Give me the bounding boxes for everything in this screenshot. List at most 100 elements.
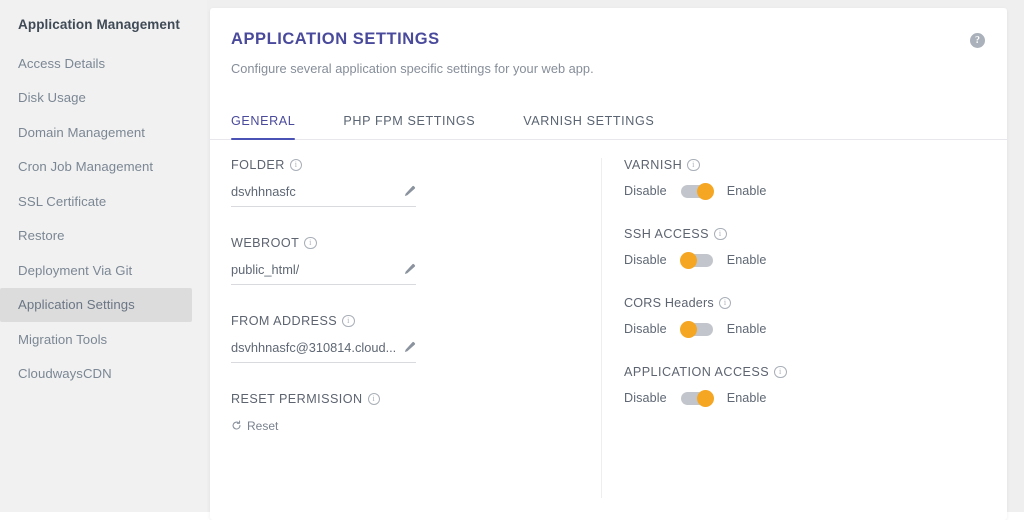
input-webroot[interactable]: public_html/ — [231, 262, 416, 285]
sidebar-item-label: Migration Tools — [18, 331, 108, 347]
toggle-knob — [696, 182, 714, 200]
sidebar-title: Application Management — [18, 17, 180, 32]
toggle-switch[interactable] — [679, 251, 713, 269]
sidebar-item-label: CloudwaysCDN — [18, 366, 112, 382]
toggle-disable-label: Disable — [624, 391, 667, 405]
field-label-text: WEBROOT — [231, 236, 300, 250]
sidebar-item-label: Access Details — [18, 55, 106, 71]
input-value: dsvhhnasfc@310814.cloud... — [231, 340, 397, 355]
input-value: public_html/ — [231, 262, 300, 277]
tab-varnish-settings[interactable]: VARNISH SETTINGS — [523, 114, 654, 139]
help-circle-icon[interactable]: ? — [970, 33, 985, 48]
field-label-text: CORS Headers — [624, 296, 714, 310]
toggle-enable-label: Enable — [726, 322, 767, 336]
toggle-disable-label: Disable — [624, 184, 667, 198]
settings-body: FOLDER dsvhhnasfc WEBROOT public_html/FROM … — [210, 140, 1007, 498]
info-icon[interactable] — [718, 296, 732, 310]
info-icon[interactable] — [304, 236, 317, 250]
sidebar-item-restore[interactable]: Restore — [0, 219, 192, 254]
toggle-row: Disable Enable — [624, 389, 1002, 407]
sidebar-item-label: SSL Certificate — [18, 193, 107, 209]
toggle-disable-label: Disable — [624, 322, 667, 336]
sidebar-item-application-settings[interactable]: Application Settings — [0, 287, 192, 322]
toggle-enable-label: Enable — [726, 253, 767, 267]
toggle-disable-label: Disable — [624, 253, 667, 267]
settings-column-left: FOLDER dsvhhnasfc WEBROOT public_html/FROM … — [210, 158, 602, 498]
field-label: WEBROOT — [231, 236, 601, 250]
field-label: APPLICATION ACCESS — [624, 365, 1002, 379]
field-application-access: APPLICATION ACCESS Disable Enable — [624, 365, 1002, 407]
sidebar-item-label: Deployment Via Git — [18, 262, 133, 278]
sidebar-item-access-details[interactable]: Access Details — [0, 46, 192, 81]
pencil-icon[interactable] — [403, 263, 416, 276]
field-label: VARNISH — [624, 158, 1002, 172]
sidebar: Application Management Access Details Dis… — [0, 0, 207, 512]
page-subtitle: Configure several application specific s… — [231, 61, 594, 76]
pencil-icon[interactable] — [403, 341, 416, 354]
sidebar-item-label: Disk Usage — [18, 90, 86, 106]
reset-label: Reset — [247, 418, 279, 433]
sidebar-item-migration-tools[interactable]: Migration Tools — [0, 322, 192, 357]
field-label: CORS Headers — [624, 296, 1002, 310]
field-label: FROM ADDRESS — [231, 314, 601, 328]
field-varnish: VARNISH Disable Enable — [624, 158, 1002, 200]
app-root: Application Management Access Details Dis… — [0, 0, 1024, 520]
application-settings-card: APPLICATION SETTINGS Configure several a… — [210, 8, 1007, 520]
refresh-icon — [231, 420, 242, 431]
field-label-text: VARNISH — [624, 158, 683, 172]
info-icon[interactable] — [687, 158, 700, 172]
input-folder[interactable]: dsvhhnasfc — [231, 184, 416, 207]
info-icon[interactable] — [289, 158, 303, 172]
toggle-enable-label: Enable — [726, 391, 767, 405]
reset-permission-button[interactable]: Reset — [231, 419, 278, 433]
page-content-area: APPLICATION SETTINGS Configure several a… — [207, 0, 1024, 520]
info-icon[interactable] — [774, 365, 787, 379]
tab-bar: GENERAL PHP FPM SETTINGS VARNISH SETTINGS — [210, 104, 1007, 140]
info-icon[interactable] — [714, 227, 727, 241]
toggle-switch[interactable] — [680, 182, 714, 200]
field-cors-headers: CORS Headers Disable Enable — [624, 296, 1002, 338]
field-ssh-access: SSH ACCESS Disable Enable — [624, 227, 1002, 269]
field-webroot: WEBROOT public_html/ — [231, 236, 601, 285]
toggle-row: Disable Enable — [624, 320, 1002, 338]
settings-column-right: VARNISH Disable Enable SSH ACCESS Disable Ena… — [602, 158, 1002, 498]
page-title: APPLICATION SETTINGS — [231, 30, 440, 48]
sidebar-item-cloudwayscdn[interactable]: CloudwaysCDN — [0, 357, 192, 392]
field-label: SSH ACCESS — [624, 227, 1002, 241]
sidebar-item-list: Access Details Disk Usage Domain Managemen… — [0, 46, 207, 391]
field-label: RESET PERMISSION — [231, 392, 601, 406]
sidebar-item-label: Cron Job Management — [18, 159, 154, 175]
field-label-text: FROM ADDRESS — [231, 314, 338, 328]
sidebar-item-label: Domain Management — [18, 124, 145, 140]
sidebar-item-domain-management[interactable]: Domain Management — [0, 115, 192, 150]
toggle-row: Disable Enable — [624, 251, 1002, 269]
sidebar-item-ssl-certificate[interactable]: SSL Certificate — [0, 184, 192, 219]
sidebar-item-label: Restore — [18, 228, 65, 244]
sidebar-item-deployment-via-git[interactable]: Deployment Via Git — [0, 253, 192, 288]
sidebar-item-disk-usage[interactable]: Disk Usage — [0, 81, 192, 116]
pencil-icon[interactable] — [403, 185, 416, 198]
toggle-knob — [679, 320, 697, 338]
toggle-switch[interactable] — [679, 320, 713, 338]
toggle-knob — [696, 389, 714, 407]
info-icon[interactable] — [342, 314, 355, 328]
sidebar-item-cron-job-management[interactable]: Cron Job Management — [0, 150, 192, 185]
field-label-text: FOLDER — [231, 158, 285, 172]
field-label: FOLDER — [231, 158, 601, 172]
toggle-enable-label: Enable — [726, 184, 767, 198]
card-header: APPLICATION SETTINGS Configure several a… — [210, 8, 1007, 76]
field-label-text: RESET PERMISSION — [231, 392, 363, 406]
field-folder: FOLDER dsvhhnasfc — [231, 158, 601, 207]
field-reset-permission: RESET PERMISSION Reset — [231, 392, 601, 436]
info-icon[interactable] — [367, 392, 381, 406]
sidebar-item-label: Application Settings — [18, 297, 135, 313]
tab-general[interactable]: GENERAL — [231, 114, 296, 140]
tab-php-fpm-settings[interactable]: PHP FPM SETTINGS — [343, 114, 475, 139]
toggle-switch[interactable] — [680, 389, 714, 407]
input-from-address[interactable]: dsvhhnasfc@310814.cloud... — [231, 340, 416, 363]
field-from-address: FROM ADDRESS dsvhhnasfc@310814.cloud... — [231, 314, 601, 363]
input-value: dsvhhnasfc — [231, 184, 296, 199]
field-label-text: SSH ACCESS — [624, 227, 709, 241]
toggle-row: Disable Enable — [624, 182, 1002, 200]
field-label-text: APPLICATION ACCESS — [624, 365, 770, 379]
